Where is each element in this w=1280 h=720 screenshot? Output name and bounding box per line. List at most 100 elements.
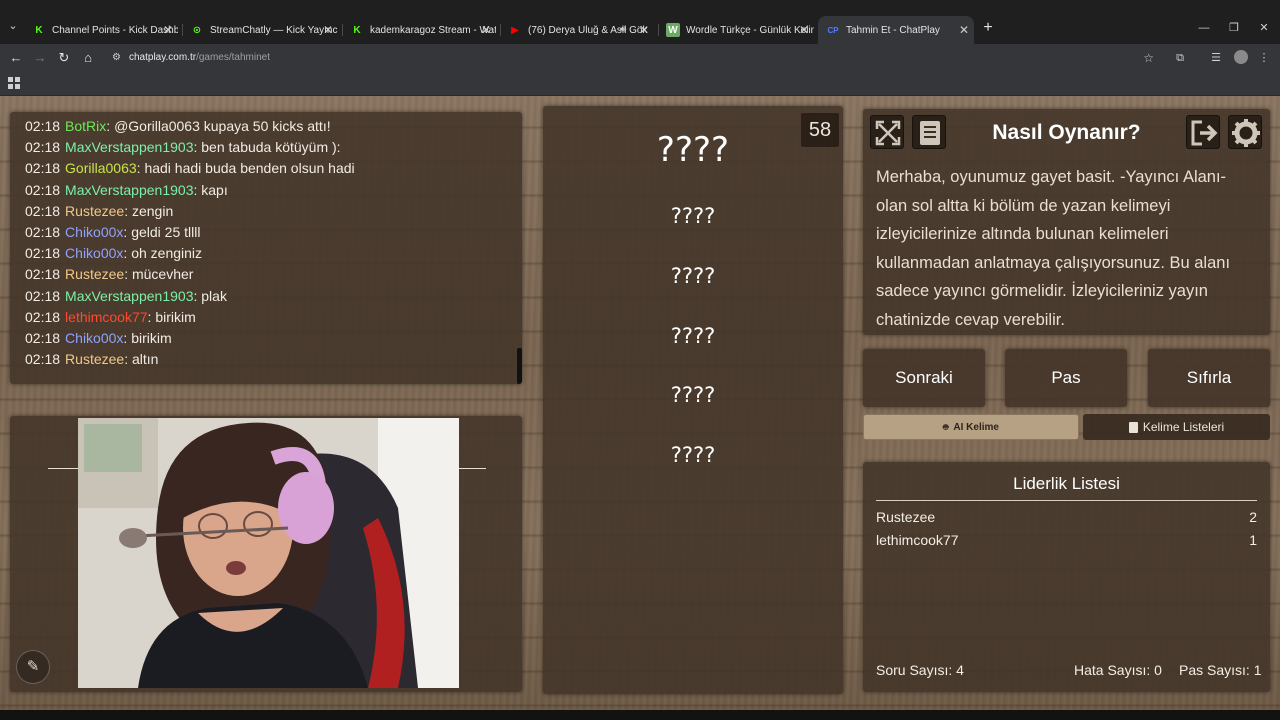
kick-icon: K (35, 24, 43, 36)
message-time: 02:18 (25, 287, 61, 304)
browser-toolbar: ← → ↻ ⌂ ⚙ chatplay.com.tr/games/tahminet… (0, 44, 1280, 72)
tab-word-lists[interactable]: Kelime Listeleri (1083, 414, 1270, 440)
close-tab-icon[interactable]: ✕ (636, 22, 652, 38)
message-text: ben tabuda kötüyüm ): (201, 139, 341, 156)
chatplay-icon: CP (827, 25, 839, 35)
address-bar[interactable]: ⚙ chatplay.com.tr/games/tahminet ☆ (104, 47, 1164, 69)
word-card-panel: 58 ???? ???? ???? ???? ???? ???? (543, 106, 843, 694)
message-username[interactable]: MaxVerstappen1903 (65, 182, 193, 198)
message-time: 02:18 (25, 202, 61, 219)
tab-search-icon[interactable]: ⌄ (6, 20, 20, 32)
chat-message: 02:18 Chiko00x: birikim (25, 328, 522, 349)
tab-chatplay[interactable]: CP Tahmin Et - ChatPlay ✕ (818, 16, 974, 44)
menu-icon[interactable]: ⋮ (1256, 50, 1272, 66)
profile-avatar[interactable] (1234, 50, 1248, 64)
message-username[interactable]: Chiko00x (65, 330, 123, 346)
message-text: @Gorilla0063 kupaya 50 kicks attı! (114, 118, 331, 134)
edit-pencil-button[interactable]: ✎ (16, 650, 50, 684)
chat-message: 02:18 Chiko00x: geldi 25 tllll (25, 222, 522, 243)
tab-wordle[interactable]: W Wordle Türkçe - Günlük Kelime ✕ (666, 19, 814, 41)
pass-count: Pas Sayısı: 1 (1179, 662, 1262, 678)
chat-message-list: 02:18 BotRix: @Gorilla0063 kupaya 50 kick… (25, 116, 522, 370)
message-text: altın (131, 351, 159, 368)
message-username[interactable]: MaxVerstappen1903 (65, 139, 193, 155)
bookmarks-bar (0, 72, 1280, 96)
chat-scrollbar[interactable] (517, 348, 522, 384)
taboo-word: ???? (670, 204, 716, 228)
chat-message: 02:18 MaxVerstappen1903: ben tabuda kötüy… (25, 137, 522, 158)
message-time: 02:18 (25, 308, 61, 325)
message-text: hadi hadi buda benden olsun hadi (144, 160, 355, 177)
robot-icon: 🤖︎ (943, 421, 949, 432)
next-button[interactable]: Sonraki (863, 349, 985, 407)
message-username[interactable]: lethimcook77 (65, 309, 148, 325)
forward-icon[interactable]: → (32, 50, 48, 66)
reset-button[interactable]: Sıfırla (1148, 349, 1270, 407)
chat-message: 02:18 Rustezee: mücevher (25, 264, 522, 285)
error-count: Hata Sayısı: 0 (1074, 662, 1162, 678)
message-username[interactable]: MaxVerstappen1903 (65, 288, 193, 304)
message-time: 02:18 (25, 118, 61, 134)
message-text: zengin (131, 202, 174, 219)
new-tab-icon[interactable]: + (980, 20, 996, 36)
settings-button[interactable] (1228, 115, 1262, 149)
leaderboard-row: lethimcook77 1 (876, 529, 1257, 551)
streamer-camera-panel: ✎ (10, 416, 522, 692)
leaderboard-panel: Liderlik Listesi Rustezee 2 lethimcook77… (863, 462, 1270, 692)
notepad-icon (1128, 421, 1138, 433)
minimize-icon[interactable]: — (1196, 20, 1212, 36)
message-username[interactable]: Gorilla0063 (65, 160, 137, 176)
question-count: Soru Sayısı: 4 (876, 662, 964, 678)
bookmark-star-icon[interactable]: ☆ (1143, 50, 1154, 66)
gear-icon (1232, 119, 1260, 147)
close-tab-icon[interactable]: ✕ (478, 22, 494, 38)
streamchatly-icon: ⊙ (192, 24, 202, 36)
message-username[interactable]: Rustezee (65, 266, 124, 282)
message-username[interactable]: Chiko00x (65, 224, 123, 240)
url-text: chatplay.com.tr/games/tahminet (129, 52, 270, 63)
home-icon[interactable]: ⌂ (80, 50, 96, 66)
close-tab-icon[interactable]: ✕ (160, 22, 176, 38)
exit-button[interactable] (1186, 115, 1220, 149)
message-username[interactable]: Rustezee (65, 351, 124, 367)
message-time: 02:18 (25, 181, 61, 198)
message-time: 02:18 (25, 223, 61, 240)
site-info-icon[interactable]: ⚙ (112, 51, 124, 65)
apps-grid-icon[interactable] (8, 77, 20, 89)
reload-icon[interactable]: ↻ (56, 50, 72, 66)
message-username[interactable]: Chiko00x (65, 245, 123, 261)
tab-kademkaragoz[interactable]: K kademkaragoz Stream - Watch ✕ (350, 19, 496, 41)
message-text: mücevher (131, 266, 194, 283)
message-separator: : (124, 202, 132, 219)
message-username[interactable]: BotRix (65, 118, 106, 134)
speaker-icon[interactable]: 🔊︎ (620, 22, 634, 38)
restore-icon[interactable]: ❐ (1226, 20, 1242, 36)
close-tab-icon[interactable]: ✕ (796, 22, 812, 38)
leaderboard-row: Rustezee 2 (876, 506, 1257, 528)
close-tab-icon[interactable]: ✕ (320, 22, 336, 38)
how-to-play-description: Merhaba, oyunumuz gayet basit. -Yayıncı … (876, 168, 1231, 329)
message-time: 02:18 (25, 351, 61, 368)
tab-streamchatly[interactable]: ⊙ StreamChatly — Kick Yayıncıları ✕ (190, 19, 338, 41)
message-username[interactable]: Rustezee (65, 203, 124, 219)
chat-message: 02:18 MaxVerstappen1903: kapı (25, 180, 522, 201)
media-control-icon[interactable]: ☰ (1208, 50, 1224, 66)
close-tab-icon[interactable]: ✕ (956, 22, 972, 38)
how-to-play-panel: Nasıl Oynanır? Merhaba, oyunumuz gayet b… (863, 109, 1270, 335)
message-separator: : (124, 351, 132, 368)
pass-button[interactable]: Pas (1005, 349, 1127, 407)
tab-separator (658, 24, 659, 36)
chat-message: 02:18 Gorilla0063: hadi hadi buda benden … (25, 158, 522, 179)
message-text: oh zenginiz (131, 245, 203, 262)
close-window-icon[interactable]: ✕ (1256, 20, 1272, 36)
player-name: lethimcook77 (876, 532, 959, 548)
extensions-icon[interactable]: ⧉ (1172, 50, 1188, 66)
tab-youtube[interactable]: ▶ (76) Derya Uluğ & Asil Gök 🔊︎ ✕ (508, 19, 654, 41)
back-icon[interactable]: ← (8, 50, 24, 66)
tab-ai-word[interactable]: 🤖︎ AI Kelime (863, 414, 1079, 440)
tab-kick-dashboard[interactable]: K Channel Points - Kick Dashboard ✕ (32, 19, 178, 41)
chat-message: 02:18 lethimcook77: birikim (25, 307, 522, 328)
chat-panel: 02:18 BotRix: @Gorilla0063 kupaya 50 kick… (10, 112, 522, 384)
message-text: birikim (131, 329, 172, 346)
message-time: 02:18 (25, 329, 61, 346)
